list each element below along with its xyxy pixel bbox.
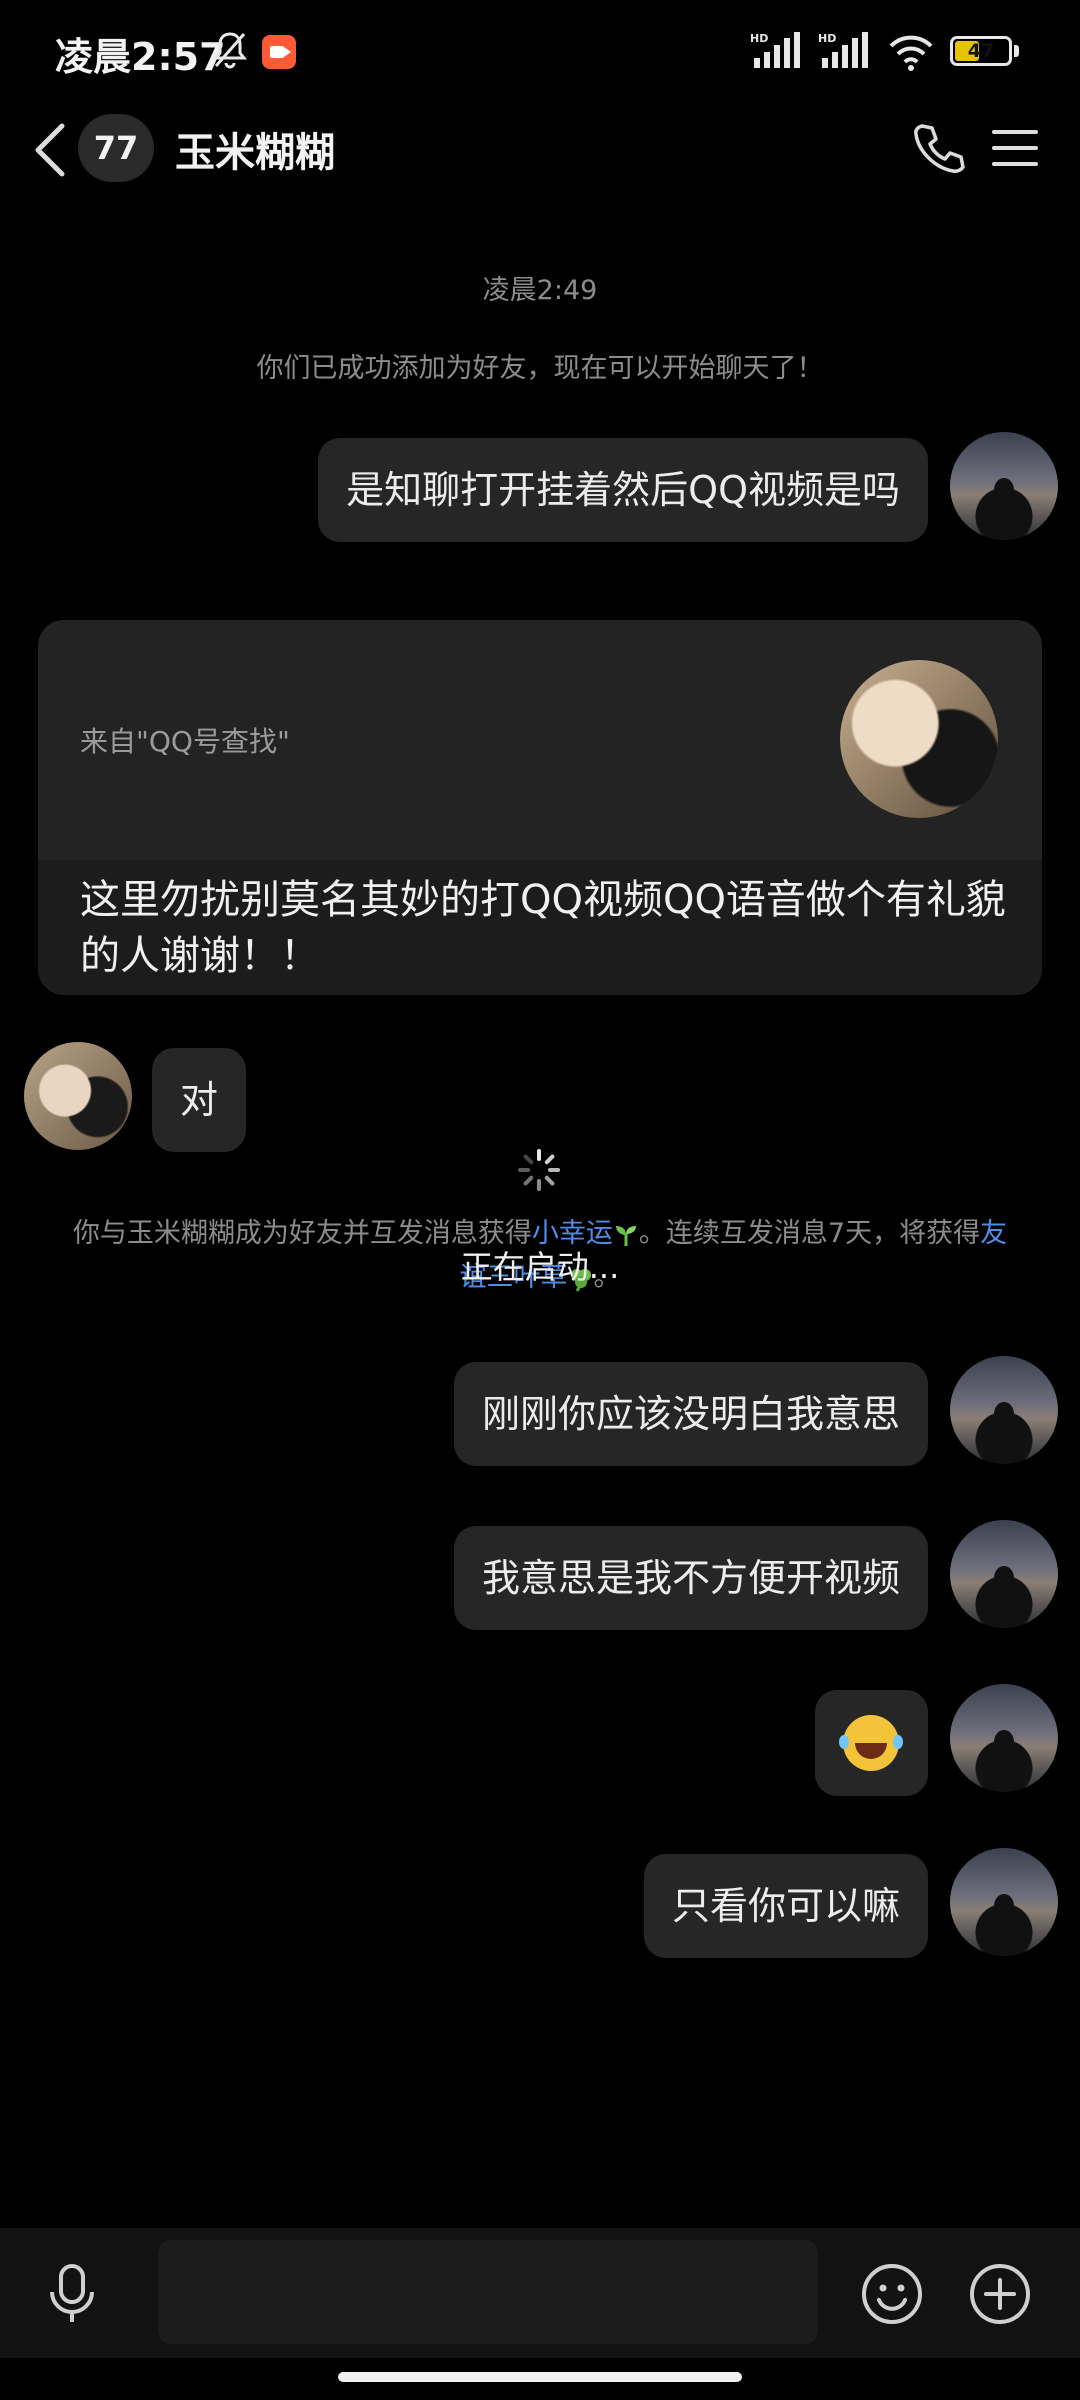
card-avatar[interactable] [840, 660, 998, 818]
message-bubble-sent[interactable]: 刚刚你应该没明白我意思 [453, 1362, 928, 1466]
loading-spinner-icon [518, 1149, 560, 1191]
friend-added-notice: 你们已成功添加为好友，现在可以开始聊天了！ [256, 353, 824, 384]
back-chevron-icon[interactable] [30, 120, 70, 180]
card-signature-text: 这里勿扰别莫名其妙的打QQ视频QQ语音做个有礼貌的人谢谢！！ [80, 877, 1006, 979]
battery-icon: 47 [950, 36, 1012, 66]
signal-icon-2: HD [818, 32, 868, 68]
signal-icon: HD [750, 32, 800, 68]
laughing-tears-emoji-icon [839, 1715, 903, 1771]
bell-muted-icon [212, 32, 248, 69]
my-avatar[interactable] [950, 432, 1058, 540]
card-source-label: 来自"QQ号查找" [80, 725, 290, 758]
svg-text:HD: HD [818, 32, 836, 45]
wifi-icon [889, 35, 933, 71]
battery-tip [1014, 45, 1019, 57]
message-input[interactable] [158, 2240, 818, 2344]
status-time: 凌晨2:57 [55, 35, 226, 79]
my-avatar[interactable] [950, 1520, 1058, 1628]
home-indicator[interactable] [338, 2372, 742, 2382]
status-bar: 凌晨2:57 HD HD 47 [0, 0, 1080, 105]
svg-text:HD: HD [750, 32, 768, 45]
loading-text: 正在启动... [460, 1248, 620, 1286]
phone-icon[interactable] [910, 120, 966, 176]
my-avatar[interactable] [950, 1684, 1058, 1792]
message-bubble-sent[interactable]: 只看你可以嘛 [643, 1854, 928, 1958]
my-avatar[interactable] [950, 1848, 1058, 1956]
message-bubble-sent[interactable]: 我意思是我不方便开视频 [453, 1526, 928, 1630]
emoji-icon[interactable] [860, 2262, 924, 2326]
chat-title[interactable]: 玉米糊糊 [175, 120, 335, 178]
my-avatar[interactable] [950, 1356, 1058, 1464]
unread-count-badge[interactable]: 77 [78, 114, 154, 182]
message-bubble-sent-emoji[interactable] [815, 1690, 928, 1796]
menu-icon[interactable] [990, 126, 1040, 170]
battery-percent: 47 [967, 40, 995, 62]
friend-avatar[interactable] [24, 1042, 132, 1150]
profile-card[interactable]: 来自"QQ号查找" 这里勿扰别莫名其妙的打QQ视频QQ语音做个有礼貌的人谢谢！！ [38, 620, 1042, 995]
message-bubble-sent[interactable]: 是知聊打开挂着然后QQ视频是吗 [318, 438, 928, 542]
screen-record-icon [262, 35, 296, 69]
plus-icon[interactable] [968, 2262, 1032, 2326]
microphone-icon[interactable] [42, 2262, 102, 2326]
chat-timestamp: 凌晨2:49 [482, 275, 598, 306]
message-bubble-received[interactable]: 对 [152, 1048, 247, 1152]
